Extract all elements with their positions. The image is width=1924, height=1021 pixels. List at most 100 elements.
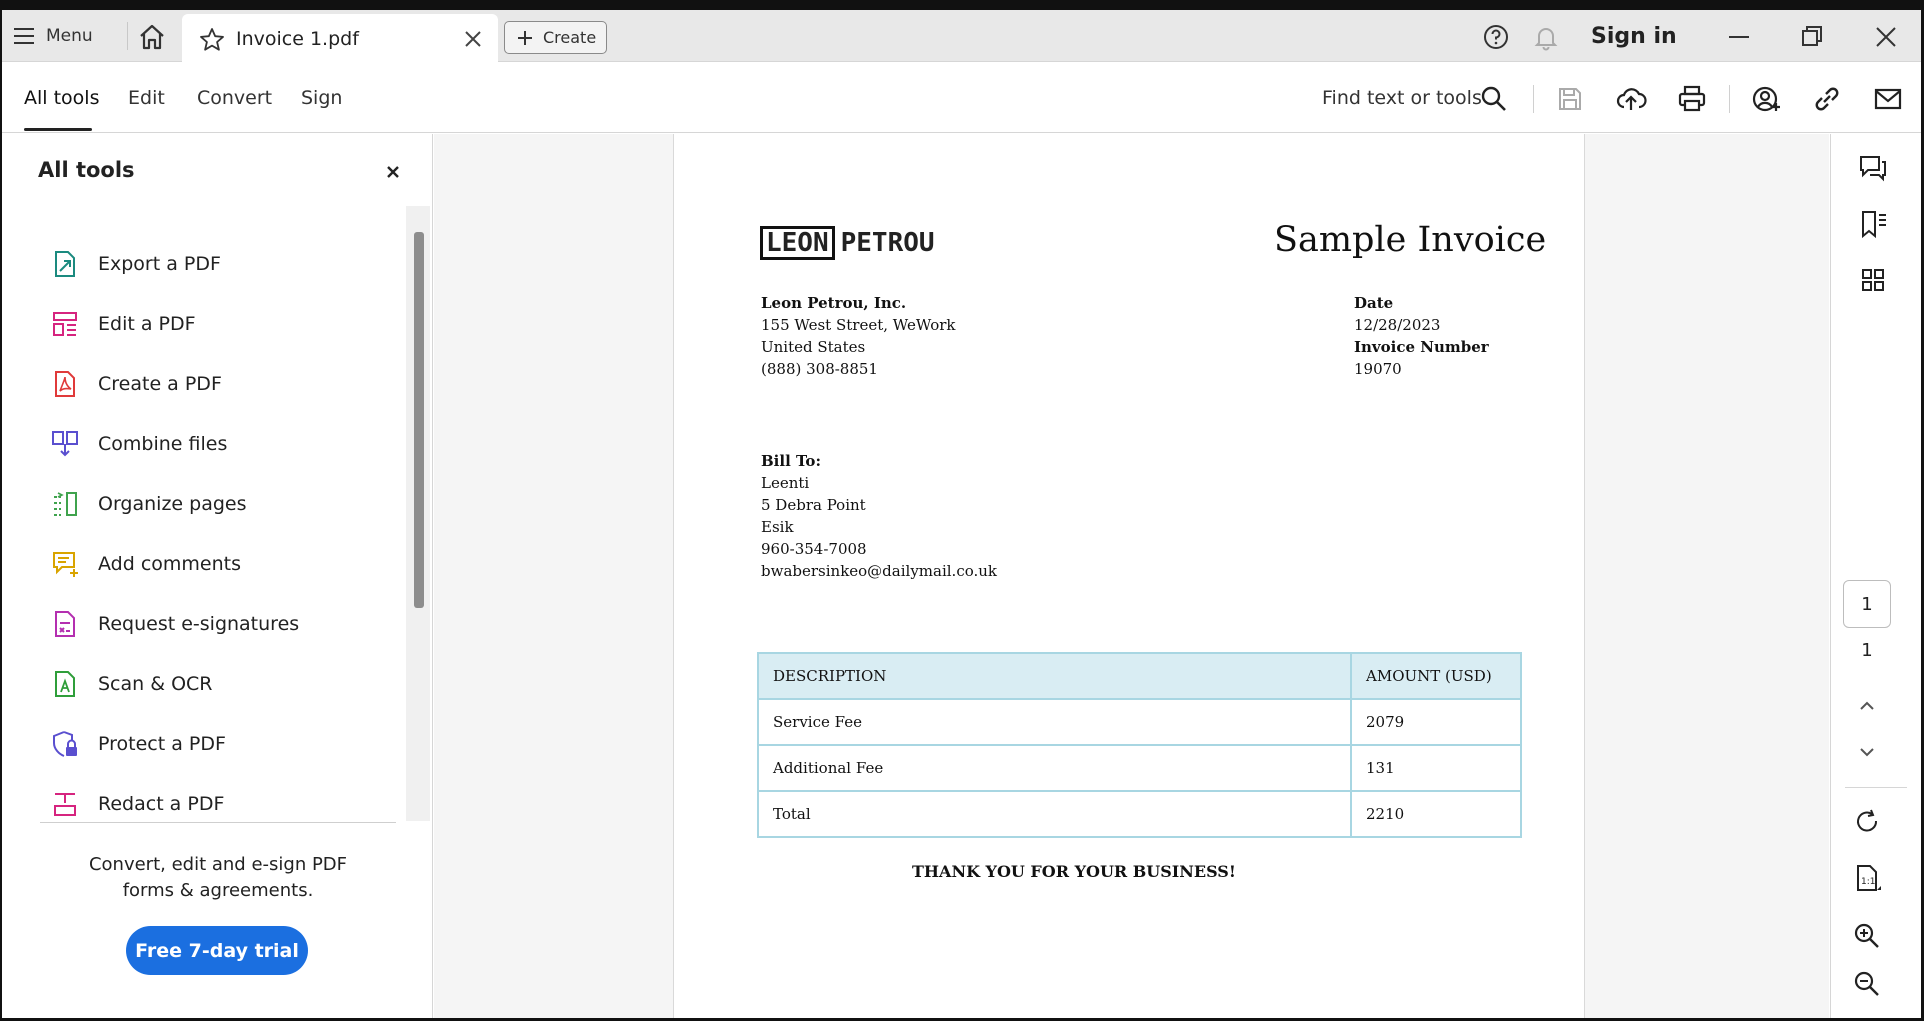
- panel-title: All tools: [38, 158, 135, 182]
- document-viewer: LEON PETROU Sample Invoice Leon Petrou, …: [434, 134, 1858, 1021]
- tool-label: Edit a PDF: [98, 313, 196, 335]
- company-phone: (888) 308-8851: [761, 360, 878, 378]
- total-pages: 1: [1861, 640, 1873, 661]
- current-page-input[interactable]: 1: [1843, 580, 1891, 628]
- company-name: Leon Petrou, Inc.: [761, 294, 907, 312]
- comments-icon[interactable]: [1857, 152, 1889, 184]
- export-pdf-icon: [55, 251, 75, 277]
- find-text-button[interactable]: Find text or tools: [1322, 87, 1482, 109]
- toolbar-divider: [1729, 85, 1730, 113]
- bookmarks-icon[interactable]: [1857, 208, 1889, 240]
- title-bar: Menu Invoice 1.pdf Create Sign in: [0, 10, 1924, 63]
- company-country: United States: [761, 338, 866, 356]
- tool-label: Scan & OCR: [98, 673, 213, 695]
- tool-organize-pages[interactable]: Organize pages: [50, 482, 390, 526]
- tools-scrollbar-thumb[interactable]: [414, 232, 424, 608]
- star-icon[interactable]: [198, 26, 226, 54]
- panel-divider: [40, 822, 396, 823]
- tool-create-pdf[interactable]: Create a PDF: [50, 362, 390, 406]
- save-icon[interactable]: [1554, 83, 1586, 115]
- email-icon[interactable]: [1872, 83, 1904, 115]
- header-description: DESCRIPTION: [757, 652, 1352, 700]
- bill-to-email: bwabersinkeo@dailymail.co.uk: [761, 562, 998, 580]
- chevron-down-icon[interactable]: [1851, 736, 1883, 768]
- tool-export-pdf[interactable]: Export a PDF: [50, 242, 390, 286]
- thank-you-text: THANK YOU FOR YOUR BUSINESS!: [912, 862, 1236, 881]
- menu-button[interactable]: Menu: [14, 20, 93, 52]
- invoice-number-label: Invoice Number: [1354, 338, 1489, 356]
- table-row: Total 2210: [757, 790, 1522, 838]
- rotate-icon[interactable]: [1851, 806, 1883, 838]
- tool-protect-pdf[interactable]: Protect a PDF: [50, 722, 390, 766]
- tool-edit-pdf[interactable]: Edit a PDF: [50, 302, 390, 346]
- close-tab-icon[interactable]: [462, 28, 484, 50]
- row-description: Total: [757, 790, 1352, 838]
- window-frame-left: [0, 0, 2, 1021]
- right-rail: 1 1 1:1: [1830, 134, 1924, 1021]
- all-tools-panel: All tools Export a PDF Edit a PDF Create…: [0, 134, 433, 1021]
- free-trial-button[interactable]: Free 7-day trial: [126, 926, 308, 975]
- tool-add-comments[interactable]: Add comments: [50, 542, 390, 586]
- row-amount: 2079: [1350, 698, 1522, 746]
- invoice-table: DESCRIPTION AMOUNT (USD) Service Fee 207…: [757, 652, 1522, 838]
- close-window-icon[interactable]: [1871, 22, 1901, 52]
- bill-to-phone: 960-354-7008: [761, 540, 867, 558]
- table-row: Additional Fee 131: [757, 744, 1522, 792]
- tool-label: Request e-signatures: [98, 613, 300, 635]
- bill-to-name: Leenti: [761, 474, 810, 492]
- zoom-in-icon[interactable]: [1851, 920, 1883, 952]
- help-icon[interactable]: [1481, 22, 1511, 52]
- tool-request-esignatures[interactable]: Request e-signatures: [50, 602, 390, 646]
- invoice-meta: Date 12/28/2023 Invoice Number 19070: [1354, 292, 1489, 380]
- fit-page-icon[interactable]: 1:1: [1851, 862, 1883, 894]
- scan-ocr-icon: [55, 671, 75, 697]
- chevron-up-icon[interactable]: [1851, 690, 1883, 722]
- upload-cloud-icon[interactable]: [1615, 83, 1647, 115]
- company-street: 155 West Street, WeWork: [761, 316, 956, 334]
- date-label: Date: [1354, 294, 1394, 312]
- zoom-out-icon[interactable]: [1851, 968, 1883, 1000]
- notification-bell-icon[interactable]: [1531, 22, 1561, 52]
- title-separator: [127, 22, 128, 50]
- home-icon[interactable]: [137, 22, 167, 52]
- toolbar-divider: [1533, 85, 1534, 113]
- organize-pages-icon: [54, 492, 77, 516]
- promo-line-2: forms & agreements.: [122, 880, 314, 901]
- bill-to-street: 5 Debra Point: [761, 496, 866, 514]
- header-amount: AMOUNT (USD): [1350, 652, 1522, 700]
- main-toolbar: All tools Edit Convert Sign Find text or…: [0, 63, 1924, 133]
- tab-title: Invoice 1.pdf: [236, 28, 359, 50]
- link-icon[interactable]: [1811, 83, 1843, 115]
- tool-scan-ocr[interactable]: Scan & OCR: [50, 662, 390, 706]
- minimize-icon[interactable]: [1724, 22, 1754, 52]
- bill-to-label: Bill To:: [761, 452, 821, 470]
- tool-label: Add comments: [98, 553, 241, 575]
- pdf-page: LEON PETROU Sample Invoice Leon Petrou, …: [673, 134, 1585, 1021]
- share-user-icon[interactable]: [1750, 83, 1782, 115]
- tool-label: Create a PDF: [98, 373, 222, 395]
- window-frame-top: [0, 0, 1924, 10]
- tab-all-tools[interactable]: All tools: [24, 87, 99, 109]
- hamburger-icon: [14, 28, 34, 44]
- search-icon[interactable]: [1478, 83, 1510, 115]
- thumbnails-grid-icon[interactable]: [1857, 264, 1889, 296]
- create-button[interactable]: Create: [504, 21, 607, 54]
- logo-boxed-text: LEON: [760, 226, 835, 260]
- tab-convert[interactable]: Convert: [197, 87, 272, 109]
- redact-pdf-icon: [54, 793, 76, 816]
- tool-label: Combine files: [98, 433, 228, 455]
- table-header-row: DESCRIPTION AMOUNT (USD): [757, 652, 1522, 700]
- tool-redact-pdf[interactable]: Redact a PDF: [50, 782, 390, 826]
- svg-text:1:1: 1:1: [1861, 877, 1875, 887]
- sign-in-button[interactable]: Sign in: [1591, 24, 1677, 49]
- create-label: Create: [543, 28, 597, 47]
- bill-to-block: Bill To: Leenti 5 Debra Point Esik 960-3…: [761, 450, 997, 582]
- restore-icon[interactable]: [1797, 22, 1827, 52]
- close-panel-icon[interactable]: [382, 161, 404, 183]
- tool-combine-files[interactable]: Combine files: [50, 422, 390, 466]
- document-tab[interactable]: Invoice 1.pdf: [182, 14, 498, 63]
- print-icon[interactable]: [1676, 83, 1708, 115]
- tab-edit[interactable]: Edit: [128, 87, 165, 109]
- date-value: 12/28/2023: [1354, 316, 1441, 334]
- tab-sign[interactable]: Sign: [301, 87, 342, 109]
